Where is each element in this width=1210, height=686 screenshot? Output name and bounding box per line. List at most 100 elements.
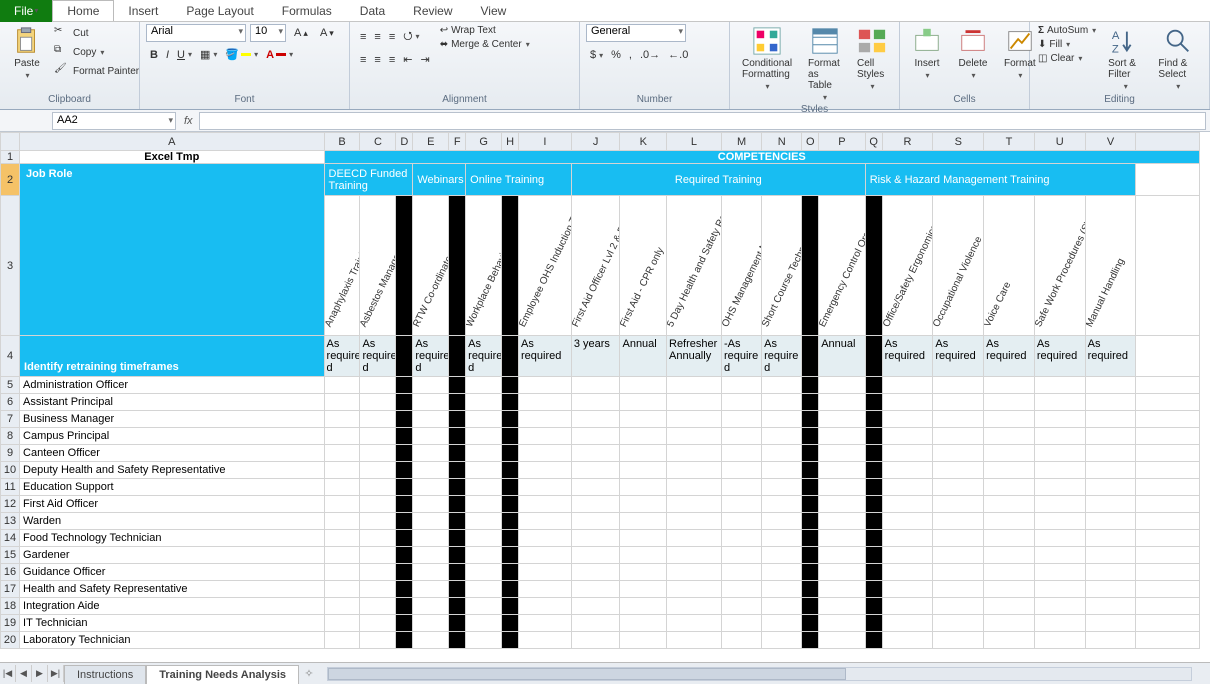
cell[interactable] (449, 530, 466, 547)
diagonal-header[interactable]: Short Course Technology (762, 196, 802, 336)
cell[interactable] (449, 479, 466, 496)
cell[interactable] (413, 445, 449, 462)
tab-formulas[interactable]: Formulas (268, 1, 346, 21)
cell[interactable] (933, 394, 984, 411)
cell[interactable] (667, 496, 722, 513)
format-painter-button[interactable]: 🖌Format Painter (52, 62, 141, 80)
cell[interactable] (819, 564, 866, 581)
cell[interactable] (396, 564, 413, 581)
tab-data[interactable]: Data (346, 1, 399, 21)
cell[interactable] (667, 479, 722, 496)
row-header[interactable]: 13 (1, 513, 20, 530)
cell[interactable] (502, 547, 519, 564)
cell[interactable]: DEECD Funded Training (324, 164, 413, 196)
cell[interactable]: As required (984, 336, 1035, 377)
cell[interactable] (324, 581, 360, 598)
comma-button[interactable]: , (625, 46, 636, 64)
cell[interactable] (1034, 530, 1085, 547)
cell[interactable] (502, 479, 519, 496)
cell[interactable] (933, 513, 984, 530)
cell[interactable] (882, 564, 933, 581)
cell[interactable] (620, 581, 667, 598)
cell[interactable] (802, 615, 819, 632)
row-header[interactable]: 19 (1, 615, 20, 632)
diagonal-header[interactable]: Occupational Violence (933, 196, 984, 336)
cell[interactable] (324, 547, 360, 564)
cell[interactable] (762, 394, 802, 411)
cell[interactable] (360, 428, 396, 445)
cell[interactable] (667, 411, 722, 428)
diagonal-header[interactable]: Anaphylaxis Training (324, 196, 360, 336)
cell[interactable] (502, 377, 519, 394)
cell[interactable]: Assistant Principal (20, 394, 325, 411)
cell[interactable] (933, 598, 984, 615)
cell[interactable] (762, 598, 802, 615)
cell[interactable] (802, 530, 819, 547)
percent-button[interactable]: % (607, 46, 625, 64)
cell[interactable] (620, 564, 667, 581)
cell[interactable] (984, 377, 1035, 394)
cell[interactable] (762, 615, 802, 632)
cell[interactable] (466, 445, 502, 462)
cell[interactable] (667, 513, 722, 530)
cell[interactable] (865, 462, 882, 479)
col-header[interactable]: S (933, 133, 984, 151)
row-header[interactable]: 14 (1, 530, 20, 547)
cell[interactable] (502, 581, 519, 598)
cell[interactable] (1034, 615, 1085, 632)
cell[interactable] (449, 547, 466, 564)
cell[interactable] (819, 581, 866, 598)
paste-button[interactable]: Paste▾ (6, 24, 48, 82)
cell[interactable] (819, 479, 866, 496)
cell[interactable] (1085, 462, 1136, 479)
cell[interactable] (620, 445, 667, 462)
diagonal-header[interactable]: Office/Safety Ergonomics (882, 196, 933, 336)
cell[interactable] (667, 394, 722, 411)
cell[interactable] (667, 581, 722, 598)
col-header[interactable]: I (519, 133, 572, 151)
diagonal-header[interactable]: Employee OHS Induction Training (519, 196, 572, 336)
cell[interactable] (571, 428, 620, 445)
col-header[interactable]: N (762, 133, 802, 151)
cell[interactable] (449, 632, 466, 649)
cell[interactable]: Canteen Officer (20, 445, 325, 462)
cell[interactable]: Risk & Hazard Management Training (865, 164, 1136, 196)
cell[interactable] (762, 445, 802, 462)
cell[interactable] (933, 615, 984, 632)
cell[interactable] (984, 479, 1035, 496)
row-header[interactable]: 16 (1, 564, 20, 581)
cell[interactable] (449, 513, 466, 530)
cell[interactable] (819, 377, 866, 394)
cell[interactable] (571, 394, 620, 411)
cell[interactable] (571, 513, 620, 530)
cell[interactable] (466, 513, 502, 530)
cell[interactable] (620, 479, 667, 496)
cell[interactable] (667, 547, 722, 564)
cell[interactable] (1085, 615, 1136, 632)
cell[interactable] (1034, 428, 1085, 445)
merge-center-button[interactable]: ⬌Merge & Center▾ (438, 38, 532, 51)
spreadsheet-grid[interactable]: A B C D E F G H I J K L M N O P Q R S T … (0, 132, 1210, 662)
cell[interactable] (413, 513, 449, 530)
cell[interactable] (1085, 581, 1136, 598)
cell[interactable] (1085, 564, 1136, 581)
cell[interactable] (819, 496, 866, 513)
find-select-button[interactable]: Find & Select▾ (1152, 24, 1203, 93)
cell[interactable] (1034, 547, 1085, 564)
cell[interactable] (620, 428, 667, 445)
cell[interactable] (466, 411, 502, 428)
cell[interactable] (802, 462, 819, 479)
align-middle-button[interactable]: ≡ (370, 24, 384, 49)
cell[interactable] (449, 377, 466, 394)
sheet-nav-first[interactable]: |◀ (0, 665, 16, 682)
cell[interactable] (667, 445, 722, 462)
col-header[interactable]: K (620, 133, 667, 151)
cell[interactable] (360, 445, 396, 462)
cell[interactable]: Refresher Annually (667, 336, 722, 377)
cell-styles-button[interactable]: Cell Styles▾ (851, 24, 893, 93)
cell[interactable] (1085, 632, 1136, 649)
cell[interactable] (571, 377, 620, 394)
cell[interactable] (502, 496, 519, 513)
cell[interactable]: Business Manager (20, 411, 325, 428)
cell[interactable] (324, 411, 360, 428)
